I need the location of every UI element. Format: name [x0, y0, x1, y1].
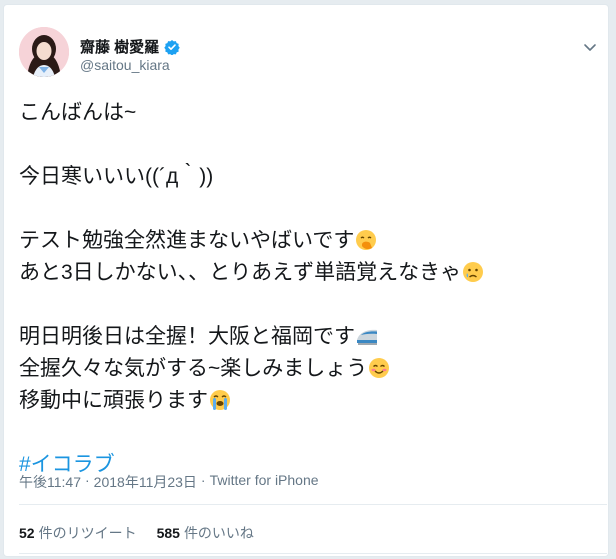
divider [19, 553, 607, 554]
verified-badge-icon [164, 39, 180, 55]
meta-separator: · [85, 472, 90, 488]
tweet-source[interactable]: Twitter for iPhone [210, 472, 319, 492]
tweet-line: あと3日しかない、、とりあえず単語覚えなきゃ [19, 257, 599, 289]
tweet-time[interactable]: 午後11:47 [19, 472, 81, 492]
tweet-line: 移動中に頑張ります [19, 385, 599, 417]
retweets-stat[interactable]: 52 件のリツイート [19, 523, 137, 543]
tweet-metadata: 午後11:47 · 2018年11月23日 · Twitter for iPho… [19, 472, 319, 492]
tweet-line: 明日明後日は全握！大阪と福岡です [19, 321, 599, 353]
chevron-down-icon[interactable] [582, 39, 598, 55]
loudly-crying-face-icon [209, 389, 231, 411]
smiling-face-icon [368, 357, 390, 379]
retweets-count: 52 [19, 525, 35, 541]
likes-count: 585 [156, 525, 180, 541]
avatar[interactable] [19, 27, 69, 77]
face-with-hand-over-mouth-icon [355, 229, 377, 251]
crying-face-icon [462, 261, 484, 283]
tweet-line-text: 移動中に頑張ります [19, 389, 208, 412]
tweet-date[interactable]: 2018年11月23日 [94, 472, 197, 492]
tweet-line: 今日寒いいい((´д｀)) [19, 165, 214, 188]
tweet-text: こんばんは~ 今日寒いいい((´д｀)) テスト勉強全然進まないやばいです あと… [19, 97, 599, 481]
user-name-row[interactable]: 齋藤 樹愛羅 [80, 36, 180, 57]
user-handle[interactable]: @saitou_kiara [80, 57, 170, 73]
tweet-line-text: 明日明後日は全握！大阪と福岡です [19, 325, 355, 348]
likes-label: 件のいいね [183, 525, 254, 541]
tweet-line-text: テスト勉強全然進まないやばいです [19, 229, 355, 252]
tweet-line: 全握久々な気がする~楽しみましょう [19, 353, 599, 385]
bullet-train-icon [356, 325, 378, 347]
likes-stat[interactable]: 585 件のいいね [157, 523, 254, 543]
meta-separator: · [200, 472, 206, 488]
divider [19, 504, 607, 505]
tweet-stats: 52 件のリツイート 585 件のいいね [19, 523, 254, 543]
tweet-line: こんばんは~ [19, 101, 137, 124]
retweets-label: 件のリツイート [38, 525, 137, 541]
tweet-line-text: あと3日しかない、、とりあえず単語覚えなきゃ [19, 261, 462, 284]
tweet-line: テスト勉強全然進まないやばいです [19, 225, 599, 257]
display-name[interactable]: 齋藤 樹愛羅 [80, 36, 159, 57]
tweet-line-text: 全握久々な気がする~楽しみましょう [19, 357, 368, 380]
tweet-card: 齋藤 樹愛羅 @saitou_kiara こんばんは~ 今日寒いいい((´д｀)… [3, 4, 609, 557]
